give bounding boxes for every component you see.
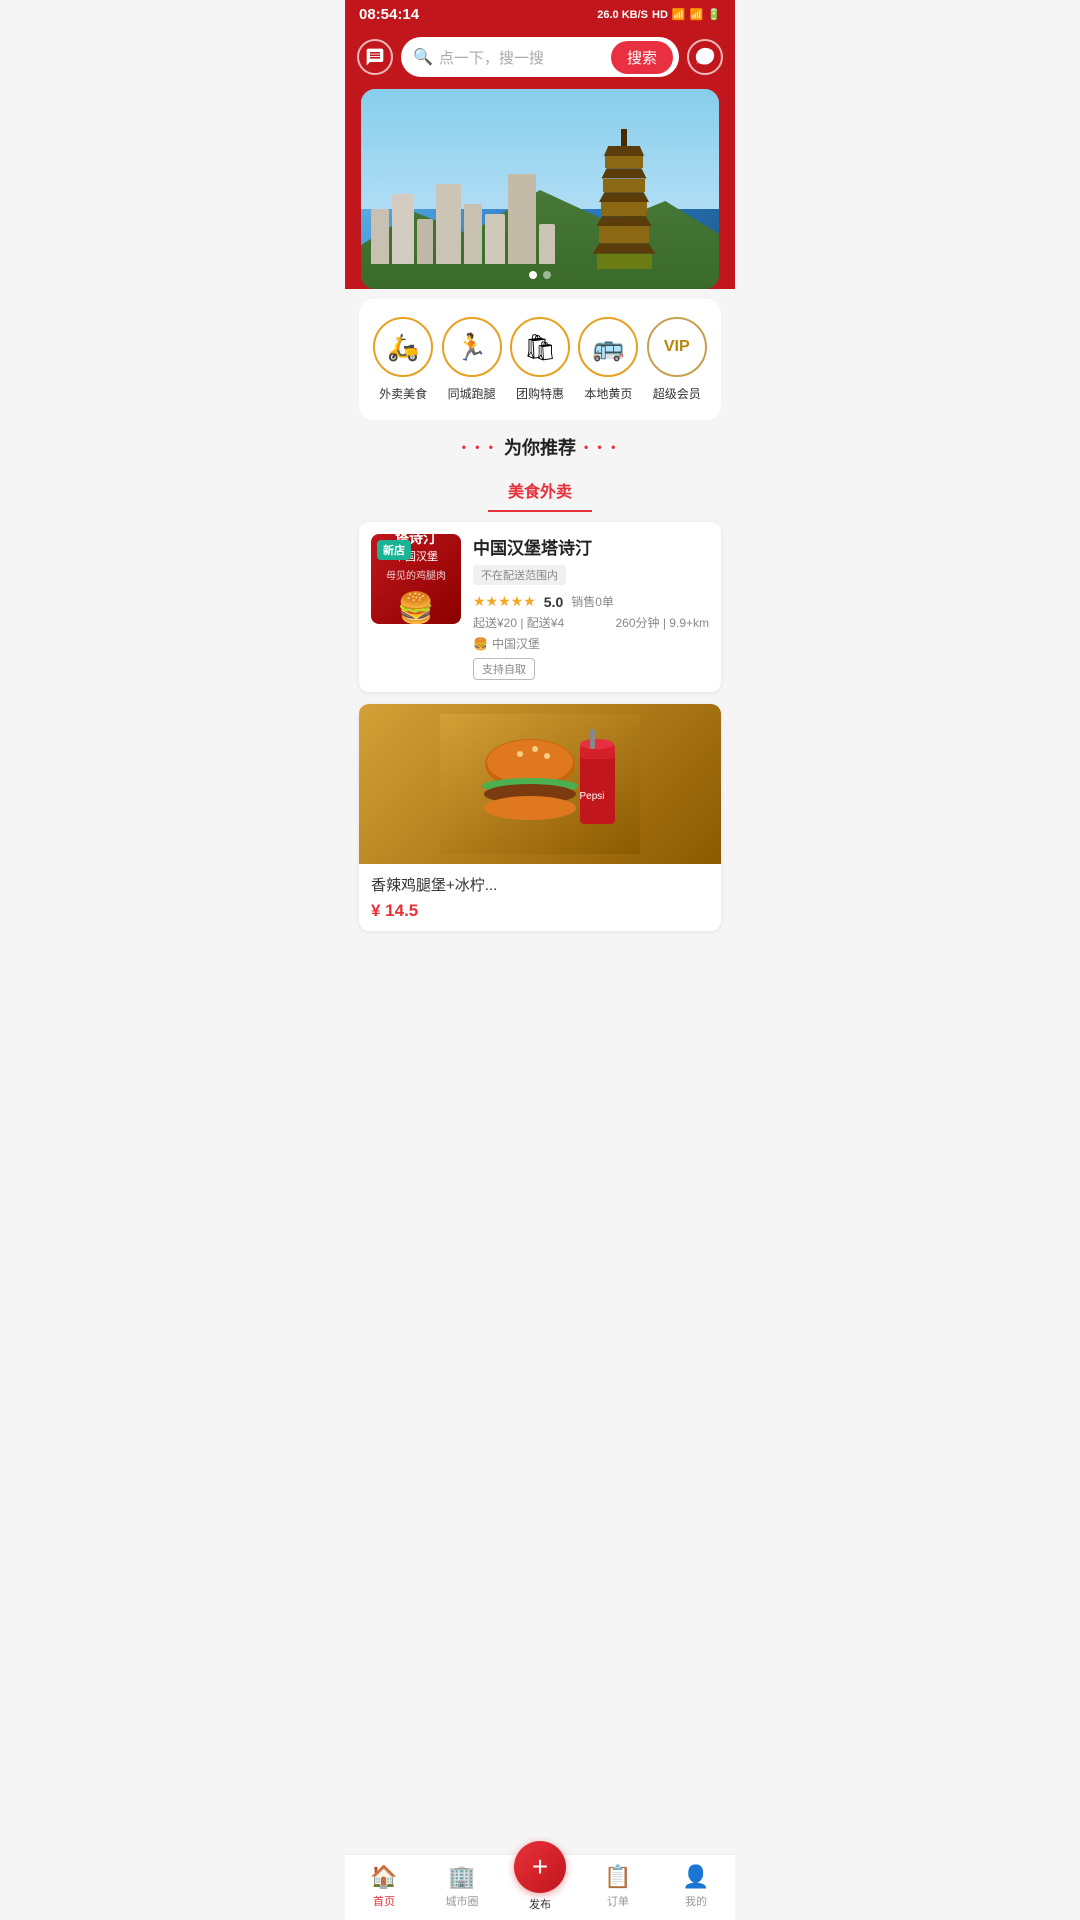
pagoda xyxy=(589,129,659,269)
tuangou-label: 团购特惠 xyxy=(516,385,564,402)
restaurant-card[interactable]: 新店 塔诗汀 中国汉堡 母见的鸡腿肉 🍔 中国汉堡塔诗汀 不在配送范围内 ★★★… xyxy=(359,522,721,692)
tongcheng-icon: 🏃 xyxy=(442,317,502,377)
chat-icon[interactable] xyxy=(357,39,393,75)
nav-mine[interactable]: 👤 我的 xyxy=(657,1864,735,1909)
tabs-bar: 美食外卖 xyxy=(345,470,735,512)
home-icon: 🏠 xyxy=(370,1864,397,1890)
banner-section xyxy=(345,89,735,289)
rating-score: 5.0 xyxy=(544,594,563,610)
category-huangye[interactable]: 🚌 本地黄页 xyxy=(578,317,638,402)
new-badge: 新店 xyxy=(377,540,411,560)
category-tuangou[interactable]: 🛍 团购特惠 xyxy=(510,317,570,402)
home-label: 首页 xyxy=(373,1893,395,1909)
battery-icon: 🔋 xyxy=(707,8,721,21)
status-bar: 08:54:14 26.0 KB/S HD 📶 📶 🔋 xyxy=(345,0,735,29)
recommend-dots-left: • • • xyxy=(462,440,496,454)
search-button[interactable]: 搜索 xyxy=(611,41,673,74)
banner-dots xyxy=(529,271,551,279)
stars: ★★★★★ xyxy=(473,593,536,610)
tab-food-delivery[interactable]: 美食外卖 xyxy=(488,470,592,512)
mine-label: 我的 xyxy=(685,1893,707,1909)
no-delivery-badge: 不在配送范围内 xyxy=(473,565,566,585)
category-tongcheng[interactable]: 🏃 同城跑腿 xyxy=(442,317,502,402)
waimai-label: 外卖美食 xyxy=(379,385,427,402)
sales-count: 销售0单 xyxy=(571,593,614,610)
mine-icon: 👤 xyxy=(682,1864,709,1890)
customer-service-icon[interactable] xyxy=(687,39,723,75)
category-waimai[interactable]: 🛵 外卖美食 xyxy=(373,317,433,402)
product-info: 香辣鸡腿堡+冰柠... ¥ 14.5 xyxy=(359,864,721,931)
rating-row: ★★★★★ 5.0 销售0单 xyxy=(473,593,709,610)
huangye-icon: 🚌 xyxy=(578,317,638,377)
restaurant-info: 新店 塔诗汀 中国汉堡 母见的鸡腿肉 🍔 中国汉堡塔诗汀 不在配送范围内 ★★★… xyxy=(359,522,721,692)
city-buildings xyxy=(371,174,555,264)
city-icon: 🏢 xyxy=(448,1864,475,1890)
recommend-header: • • • 为你推荐 • • • xyxy=(345,434,735,460)
thumb-desc: 母见的鸡腿肉 xyxy=(386,570,446,584)
wifi-icon: 📶 xyxy=(672,8,686,21)
publish-button[interactable]: + xyxy=(514,1841,566,1893)
banner-image[interactable] xyxy=(361,89,719,289)
signal-icon: 📶 xyxy=(690,8,704,21)
nav-city[interactable]: 🏢 城市圈 xyxy=(423,1864,501,1909)
product-name: 香辣鸡腿堡+冰柠... xyxy=(371,874,709,895)
hd-badge: HD xyxy=(652,9,668,21)
self-pickup-badge: 支持自取 xyxy=(473,658,535,680)
product-image: Pepsi xyxy=(440,714,640,854)
delivery-info: 起送¥20 | 配送¥4 260分钟 | 9.9+km xyxy=(473,614,709,631)
svg-text:Pepsi: Pepsi xyxy=(579,791,604,802)
status-time: 08:54:14 xyxy=(359,6,419,23)
recommend-dots-right: • • • xyxy=(584,440,618,454)
bottom-nav: 🏠 首页 🏢 城市圈 + 发布 📋 订单 👤 我的 xyxy=(345,1854,735,1920)
category-vip[interactable]: VIP 超级会员 xyxy=(647,317,707,402)
categories-card: 🛵 外卖美食 🏃 同城跑腿 🛍 团购特惠 🚌 本地黄页 VIP 超级会员 xyxy=(359,299,721,420)
tongcheng-label: 同城跑腿 xyxy=(448,385,496,402)
search-placeholder: 点一下，搜一搜 xyxy=(439,47,605,68)
dot-2 xyxy=(543,271,551,279)
city-label: 城市圈 xyxy=(446,1893,479,1909)
publish-label: 发布 xyxy=(529,1896,551,1912)
search-bar[interactable]: 🔍 点一下，搜一搜 搜索 xyxy=(401,37,679,77)
category-icon: 🍔 xyxy=(473,637,488,651)
order-label: 订单 xyxy=(607,1893,629,1909)
restaurant-details: 中国汉堡塔诗汀 不在配送范围内 ★★★★★ 5.0 销售0单 起送¥20 | 配… xyxy=(473,534,709,680)
vip-icon: VIP xyxy=(647,317,707,377)
min-order: 起送¥20 | 配送¥4 xyxy=(473,614,564,631)
restaurant-thumbnail: 新店 塔诗汀 中国汉堡 母见的鸡腿肉 🍔 xyxy=(371,534,461,624)
categories-list: 🛵 外卖美食 🏃 同城跑腿 🛍 团购特惠 🚌 本地黄页 VIP 超级会员 xyxy=(369,317,711,402)
distance: 260分钟 | 9.9+km xyxy=(616,614,710,631)
product-price: ¥ 14.5 xyxy=(371,901,709,921)
nav-order[interactable]: 📋 订单 xyxy=(579,1864,657,1909)
restaurant-name: 中国汉堡塔诗汀 xyxy=(473,534,709,559)
nav-home[interactable]: 🏠 首页 xyxy=(345,1864,423,1909)
search-icon: 🔍 xyxy=(413,47,433,67)
thumb-emoji: 🍔 xyxy=(397,588,434,625)
tuangou-icon: 🛍 xyxy=(510,317,570,377)
header: 🔍 点一下，搜一搜 搜索 xyxy=(345,29,735,89)
dot-1 xyxy=(529,271,537,279)
order-icon: 📋 xyxy=(604,1864,631,1890)
category-tag: 🍔 中国汉堡 xyxy=(473,635,709,652)
product-thumbnail: Pepsi xyxy=(359,704,721,864)
nav-publish[interactable]: + 发布 xyxy=(501,1841,579,1912)
recommend-title: 为你推荐 xyxy=(504,434,576,460)
status-icons: 26.0 KB/S HD 📶 📶 🔋 xyxy=(597,8,721,21)
waimai-icon: 🛵 xyxy=(373,317,433,377)
network-speed: 26.0 KB/S xyxy=(597,9,648,21)
category-name: 中国汉堡 xyxy=(492,635,540,652)
huangye-label: 本地黄页 xyxy=(584,385,632,402)
product-card[interactable]: Pepsi 香辣鸡腿堡+冰柠... ¥ 14.5 xyxy=(359,704,721,931)
vip-label: 超级会员 xyxy=(653,385,701,402)
